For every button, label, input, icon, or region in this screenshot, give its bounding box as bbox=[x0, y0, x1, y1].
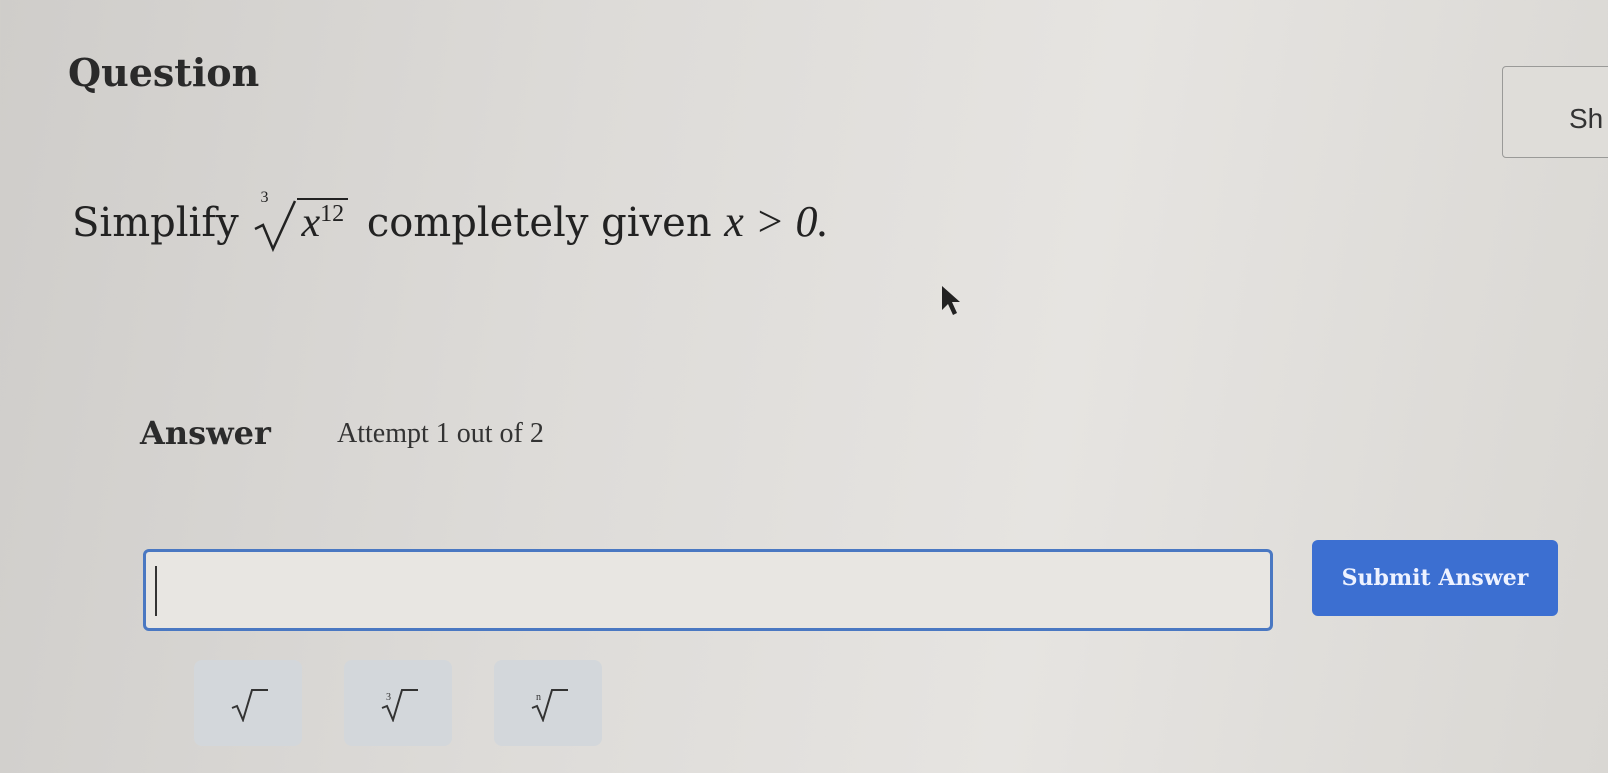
question-title: Question bbox=[68, 50, 260, 95]
square-root-key[interactable] bbox=[194, 660, 302, 746]
question-prompt: Simplify 3 x12 completely given x > 0. bbox=[72, 189, 829, 253]
nth-root-icon: n bbox=[531, 689, 568, 722]
prompt-condition: x > 0. bbox=[724, 197, 829, 246]
cube-root-expression: 3 x12 bbox=[251, 189, 349, 253]
nth-root-index: n bbox=[536, 692, 541, 703]
nth-root-key[interactable]: n bbox=[494, 660, 602, 746]
cube-root-key[interactable]: 3 bbox=[344, 660, 452, 746]
square-root-icon bbox=[231, 689, 268, 722]
radicand-exponent: 12 bbox=[320, 201, 345, 227]
radicand: x12 bbox=[297, 198, 349, 246]
answer-input[interactable] bbox=[143, 549, 1273, 631]
answer-label: Answer bbox=[140, 414, 271, 452]
submit-answer-button[interactable]: Submit Answer bbox=[1312, 540, 1558, 616]
cube-root-index: 3 bbox=[386, 692, 391, 703]
mouse-cursor-icon bbox=[942, 286, 960, 315]
text-caret bbox=[155, 566, 157, 616]
attempt-counter: Attempt 1 out of 2 bbox=[337, 418, 544, 449]
show-examples-button[interactable]: Sh bbox=[1502, 66, 1608, 158]
prompt-middle: completely given bbox=[366, 200, 712, 246]
prompt-prefix: Simplify bbox=[72, 200, 239, 246]
radical-sign-icon bbox=[254, 200, 297, 253]
radical-index: 3 bbox=[260, 189, 269, 206]
cube-root-icon: 3 bbox=[381, 689, 418, 722]
show-button-label: Sh bbox=[1569, 103, 1604, 134]
radicand-base: x bbox=[301, 200, 321, 246]
